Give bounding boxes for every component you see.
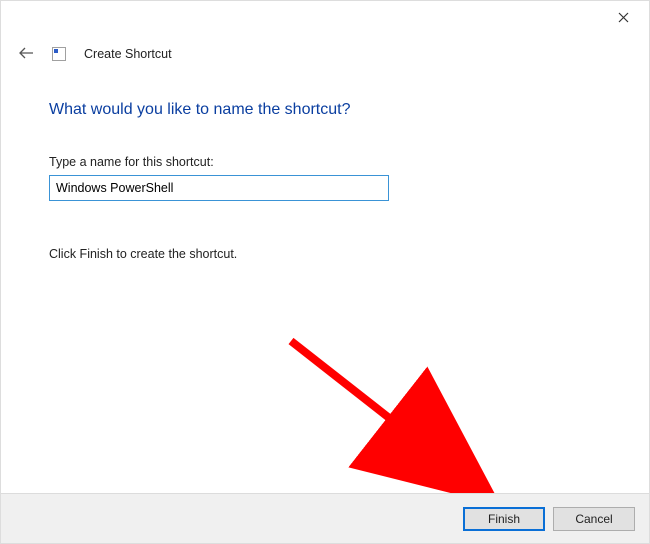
- wizard-footer: Finish Cancel: [1, 493, 649, 543]
- shortcut-name-label: Type a name for this shortcut:: [49, 155, 601, 169]
- wizard-title: Create Shortcut: [84, 47, 172, 61]
- cancel-button[interactable]: Cancel: [553, 507, 635, 531]
- annotation-arrow-icon: [281, 331, 521, 511]
- wizard-header: Create Shortcut: [18, 45, 172, 63]
- shortcut-name-input[interactable]: [49, 175, 389, 201]
- wizard-body: What would you like to name the shortcut…: [49, 101, 601, 261]
- instruction-text: Click Finish to create the shortcut.: [49, 247, 601, 261]
- close-button[interactable]: [603, 3, 643, 31]
- finish-button[interactable]: Finish: [463, 507, 545, 531]
- page-heading: What would you like to name the shortcut…: [49, 101, 601, 119]
- shortcut-icon: [52, 47, 66, 61]
- back-arrow-icon[interactable]: [18, 45, 34, 63]
